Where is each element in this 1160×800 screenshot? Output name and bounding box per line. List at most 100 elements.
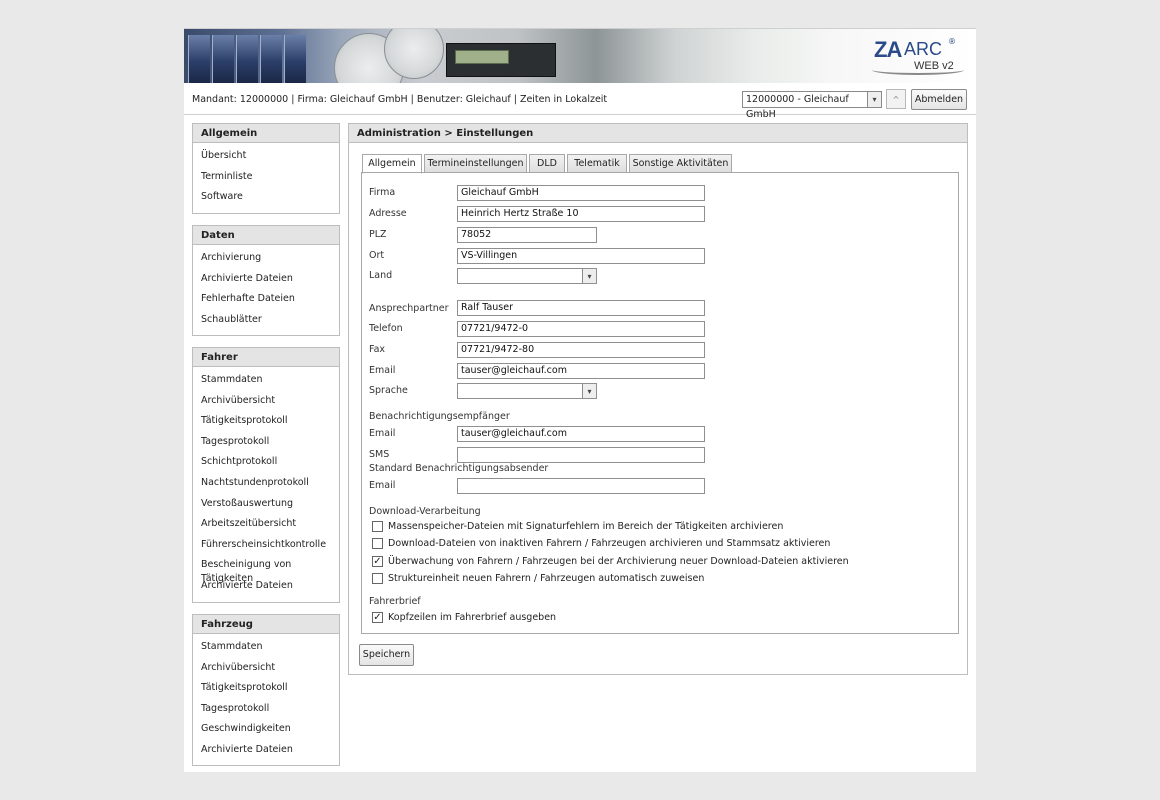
sidebar-item-fahrer-archivuebersicht[interactable]: Archivübersicht <box>193 394 339 415</box>
checkbox-kopfzeilen-fahrerbrief[interactable]: ✓ <box>372 611 383 623</box>
download-option-row: ✓ Überwachung von Fahrern / Fahrzeugen b… <box>372 554 849 568</box>
sidebar-item-fahrzeug-tagesprotokoll[interactable]: Tagesprotokoll <box>193 702 339 723</box>
chevron-down-icon[interactable]: ▾ <box>867 92 881 107</box>
sidebar-item-fahrzeug-taetigkeitsprotokoll[interactable]: Tätigkeitsprotokoll <box>193 681 339 702</box>
sidebar-section-title: Allgemein <box>193 124 339 143</box>
fahrerbrief-option-row: ✓ Kopfzeilen im Fahrerbrief ausgeben <box>372 610 556 624</box>
sidebar-section-daten: Daten Archivierung Archivierte Dateien F… <box>192 225 340 336</box>
save-button[interactable]: Speichern <box>359 644 414 666</box>
check-icon: ✓ <box>373 555 382 567</box>
land-select[interactable]: ▾ <box>457 268 597 284</box>
checkbox-inaktive-archivieren[interactable] <box>372 537 383 549</box>
sender-email-input[interactable] <box>457 478 705 494</box>
tab-dld[interactable]: DLD <box>529 154 565 173</box>
adresse-input[interactable]: Heinrich Hertz Straße 10 <box>457 206 705 222</box>
sidebar-item-fahrzeug-archivierte-dateien[interactable]: Archivierte Dateien <box>193 743 339 764</box>
sprache-select[interactable]: ▾ <box>457 383 597 399</box>
sidebar-item-nachtstundenprotokoll[interactable]: Nachtstundenprotokoll <box>193 476 339 497</box>
sidebar-item-verstossauswertung[interactable]: Verstoßauswertung <box>193 497 339 518</box>
info-bar: Mandant: 12000000 | Firma: Gleichauf Gmb… <box>184 83 976 120</box>
sidebar-section-allgemein: Allgemein Übersicht Terminliste Software <box>192 123 340 214</box>
plz-label: PLZ <box>369 229 387 240</box>
sidebar-item-schichtprotokoll[interactable]: Schichtprotokoll <box>193 455 339 476</box>
firma-input[interactable]: Gleichauf GmbH <box>457 185 705 201</box>
sidebar-section-title: Fahrzeug <box>193 615 339 634</box>
checkbox-label: Kopfzeilen im Fahrerbrief ausgeben <box>388 611 557 623</box>
sidebar-item-bescheinigung-taetigkeiten[interactable]: Bescheinigung von Tätigkeiten <box>193 558 339 584</box>
sidebar-item-geschwindigkeiten[interactable]: Geschwindigkeiten <box>193 722 339 743</box>
checkbox-label: Überwachung von Fahrern / Fahrzeugen bei… <box>388 555 849 567</box>
sidebar-item-schaublaetter[interactable]: Schaublätter <box>193 313 339 334</box>
sidebar-section-fahrer: Fahrer Stammdaten Archivübersicht Tätigk… <box>192 347 340 603</box>
banner-truck-image <box>260 35 282 83</box>
sidebar-item-fahrer-archivierte-dateien[interactable]: Archivierte Dateien <box>193 579 339 600</box>
telefon-input[interactable]: 07721/9472-0 <box>457 321 705 337</box>
logout-button[interactable]: Abmelden <box>911 89 967 110</box>
tab-termineinstellungen[interactable]: Termineinstellungen <box>424 154 527 173</box>
land-label: Land <box>369 270 393 281</box>
logo-text: ZA <box>874 37 902 62</box>
sender-email-label: Email <box>369 480 396 491</box>
sprache-label: Sprache <box>369 385 408 396</box>
banner-truck-image <box>188 35 210 83</box>
checkbox-struktureinheit-zuweisen[interactable] <box>372 572 383 584</box>
sidebar-item-fahrzeug-archivuebersicht[interactable]: Archivübersicht <box>193 661 339 682</box>
app-window: ZA ARC ® WEB v2 Mandant: 12000000 | Firm… <box>184 28 976 772</box>
sidebar-section-title: Daten <box>193 226 339 245</box>
banner-truck-image <box>212 35 234 83</box>
session-info: Mandant: 12000000 | Firma: Gleichauf Gmb… <box>192 94 608 105</box>
scroll-up-button[interactable]: ^ <box>886 89 906 109</box>
sidebar-item-fahrer-tagesprotokoll[interactable]: Tagesprotokoll <box>193 435 339 456</box>
ansprechpartner-input[interactable]: Ralf Tauser <box>457 300 705 316</box>
email-label: Email <box>369 365 396 376</box>
sidebar-item-fahrer-stammdaten[interactable]: Stammdaten <box>193 373 339 394</box>
notify-email-label: Email <box>369 428 396 439</box>
logo-swoosh <box>872 65 964 75</box>
checkbox-label: Download-Dateien von inaktiven Fahrern /… <box>388 537 831 549</box>
banner-truck-image <box>284 35 306 83</box>
email-input[interactable]: tauser@gleichauf.com <box>457 363 705 379</box>
sidebar-item-uebersicht[interactable]: Übersicht <box>193 149 339 170</box>
sidebar-section-title: Fahrer <box>193 348 339 367</box>
chevron-down-icon[interactable]: ▾ <box>582 269 596 283</box>
mandant-select[interactable]: 12000000 - Gleichauf GmbH ▾ <box>742 91 882 120</box>
ansprechpartner-label: Ansprechpartner <box>369 303 449 314</box>
sidebar-item-fahrzeug-stammdaten[interactable]: Stammdaten <box>193 640 339 661</box>
checkbox-label: Massenspeicher-Dateien mit Signaturfehle… <box>388 520 784 532</box>
fahrerbrief-section-title: Fahrerbrief <box>369 596 421 607</box>
sidebar-item-fehlerhafte-dateien[interactable]: Fehlerhafte Dateien <box>193 292 339 313</box>
sidebar-item-fuehrerscheinsichtkontrolle[interactable]: Führerscheinsichtkontrolle <box>193 538 339 559</box>
sidebar-item-archivierte-dateien[interactable]: Archivierte Dateien <box>193 272 339 293</box>
mandant-select-value: 12000000 - Gleichauf GmbH <box>746 94 849 120</box>
notify-email-input[interactable]: tauser@gleichauf.com <box>457 426 705 442</box>
checkbox-ueberwachung-aktivieren[interactable]: ✓ <box>372 555 383 567</box>
chevron-down-icon[interactable]: ▾ <box>582 384 596 398</box>
sidebar-item-fahrer-taetigkeitsprotokoll[interactable]: Tätigkeitsprotokoll <box>193 414 339 435</box>
ort-input[interactable]: VS-Villingen <box>457 248 705 264</box>
sidebar-section-fahrzeug: Fahrzeug Stammdaten Archivübersicht Täti… <box>192 614 340 766</box>
fax-input[interactable]: 07721/9472-80 <box>457 342 705 358</box>
sidebar-item-terminliste[interactable]: Terminliste <box>193 170 339 191</box>
sidebar-item-archivierung[interactable]: Archivierung <box>193 251 339 272</box>
sidebar-item-arbeitszeituebersicht[interactable]: Arbeitszeitübersicht <box>193 517 339 538</box>
sms-input[interactable] <box>457 447 705 463</box>
banner-truck-image <box>236 35 258 83</box>
download-option-row: Massenspeicher-Dateien mit Signaturfehle… <box>372 519 783 533</box>
header-banner: ZA ARC ® WEB v2 <box>184 29 976 83</box>
tab-sonstige-aktivitaeten[interactable]: Sonstige Aktivitäten <box>629 154 732 173</box>
tachograph-device-image <box>446 43 556 77</box>
notify-sender-title: Standard Benachrichtigungsabsender <box>369 463 549 474</box>
tab-allgemein[interactable]: Allgemein <box>362 154 422 174</box>
plz-input[interactable]: 78052 <box>457 227 597 243</box>
breadcrumb: Administration > Einstellungen <box>349 124 967 143</box>
firma-label: Firma <box>369 187 396 198</box>
logo-text: ARC <box>904 39 943 59</box>
download-option-row: Download-Dateien von inaktiven Fahrern /… <box>372 536 830 550</box>
sidebar-item-software[interactable]: Software <box>193 190 339 211</box>
tab-telematik[interactable]: Telematik <box>567 154 627 173</box>
sms-label: SMS <box>369 449 390 460</box>
caret-up-icon: ^ <box>892 94 900 104</box>
check-icon: ✓ <box>373 611 382 623</box>
checkbox-massenspeicher-signaturfehler[interactable] <box>372 520 383 532</box>
zaarc-logo: ZA ARC ® WEB v2 <box>870 35 966 77</box>
